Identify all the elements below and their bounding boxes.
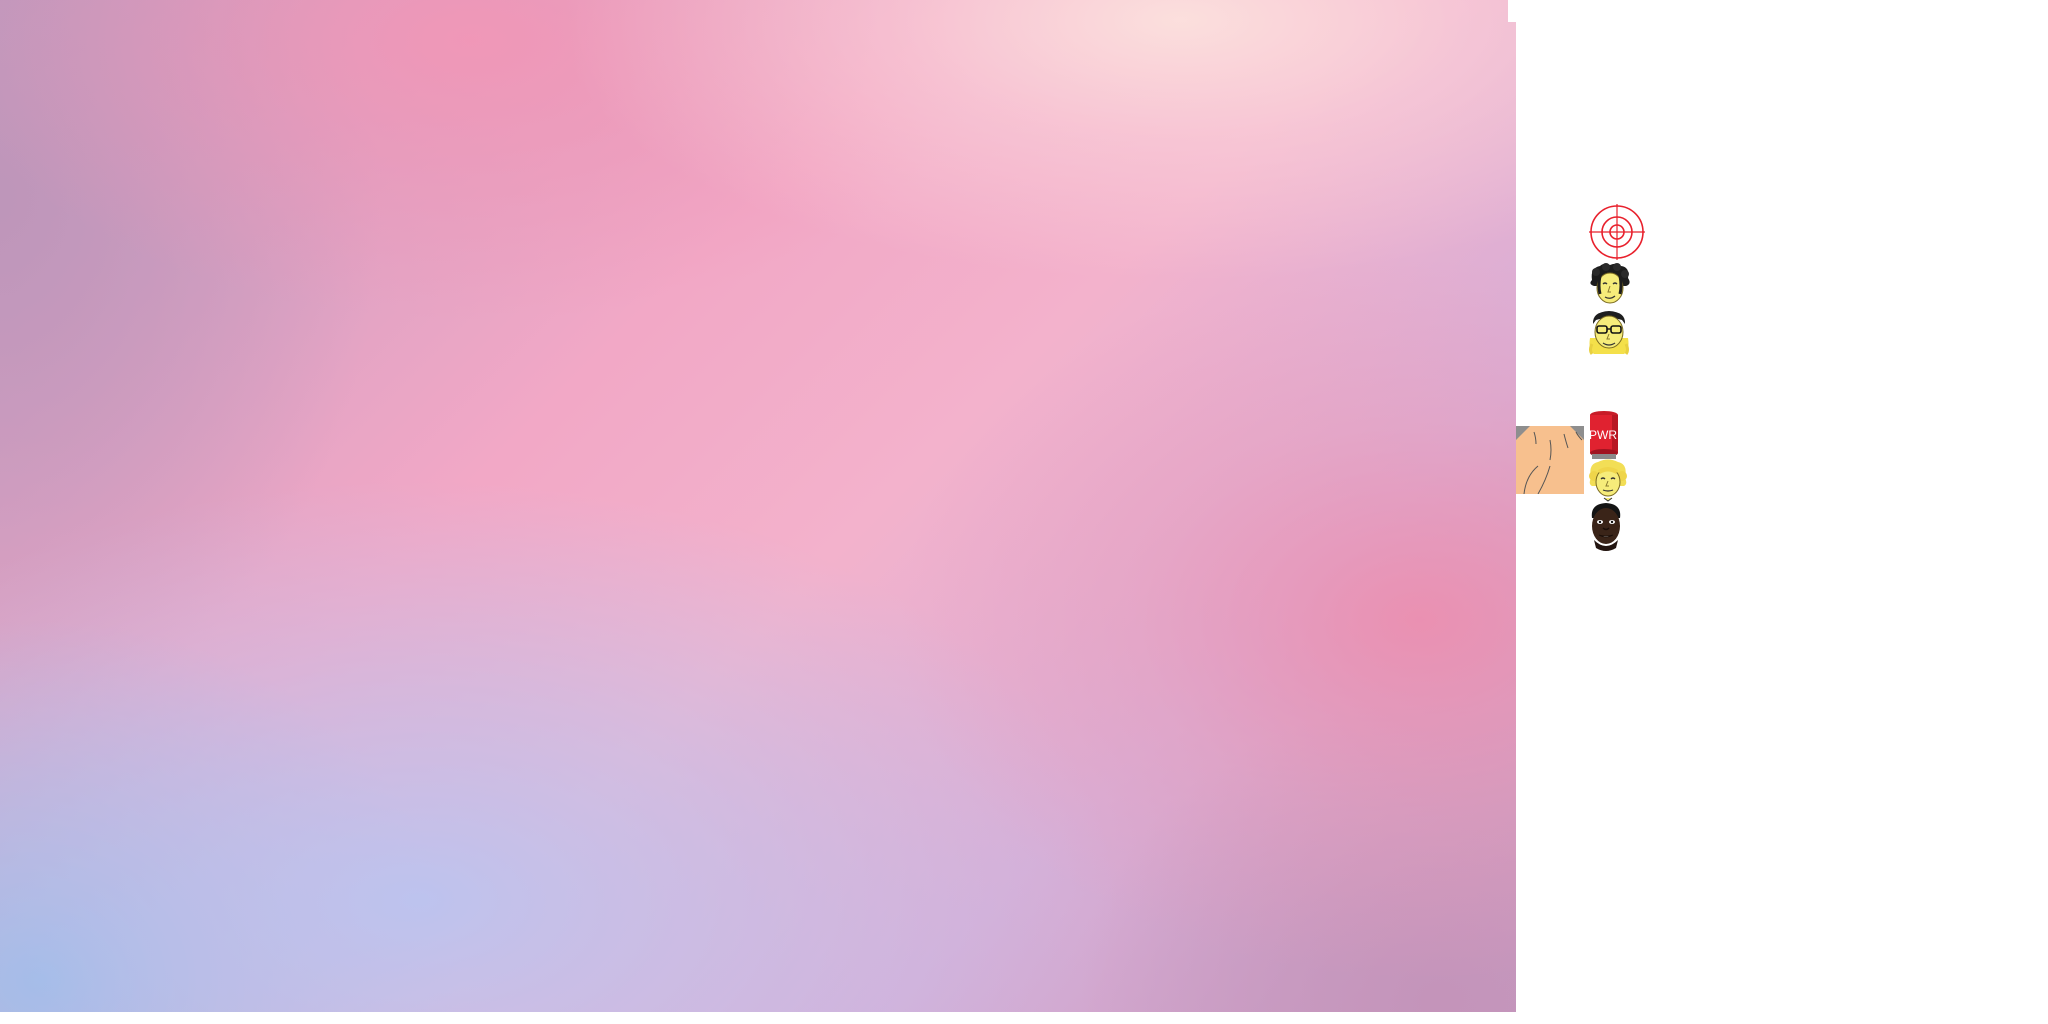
skin-tile xyxy=(1516,426,1584,494)
target-icon[interactable] xyxy=(1588,203,1646,261)
face-blonde-icon[interactable] xyxy=(1586,458,1630,502)
game-stage: PWR xyxy=(0,0,2048,1024)
power-can-label: PWR xyxy=(1589,428,1617,442)
face-dark-icon[interactable] xyxy=(1584,500,1628,552)
face-glasses-icon[interactable] xyxy=(1586,308,1632,356)
power-can-icon[interactable]: PWR xyxy=(1588,410,1622,460)
face-curly-hair-icon[interactable] xyxy=(1586,262,1634,308)
panel-notch xyxy=(1508,0,1516,22)
gradient-background-panel xyxy=(0,0,1516,1012)
